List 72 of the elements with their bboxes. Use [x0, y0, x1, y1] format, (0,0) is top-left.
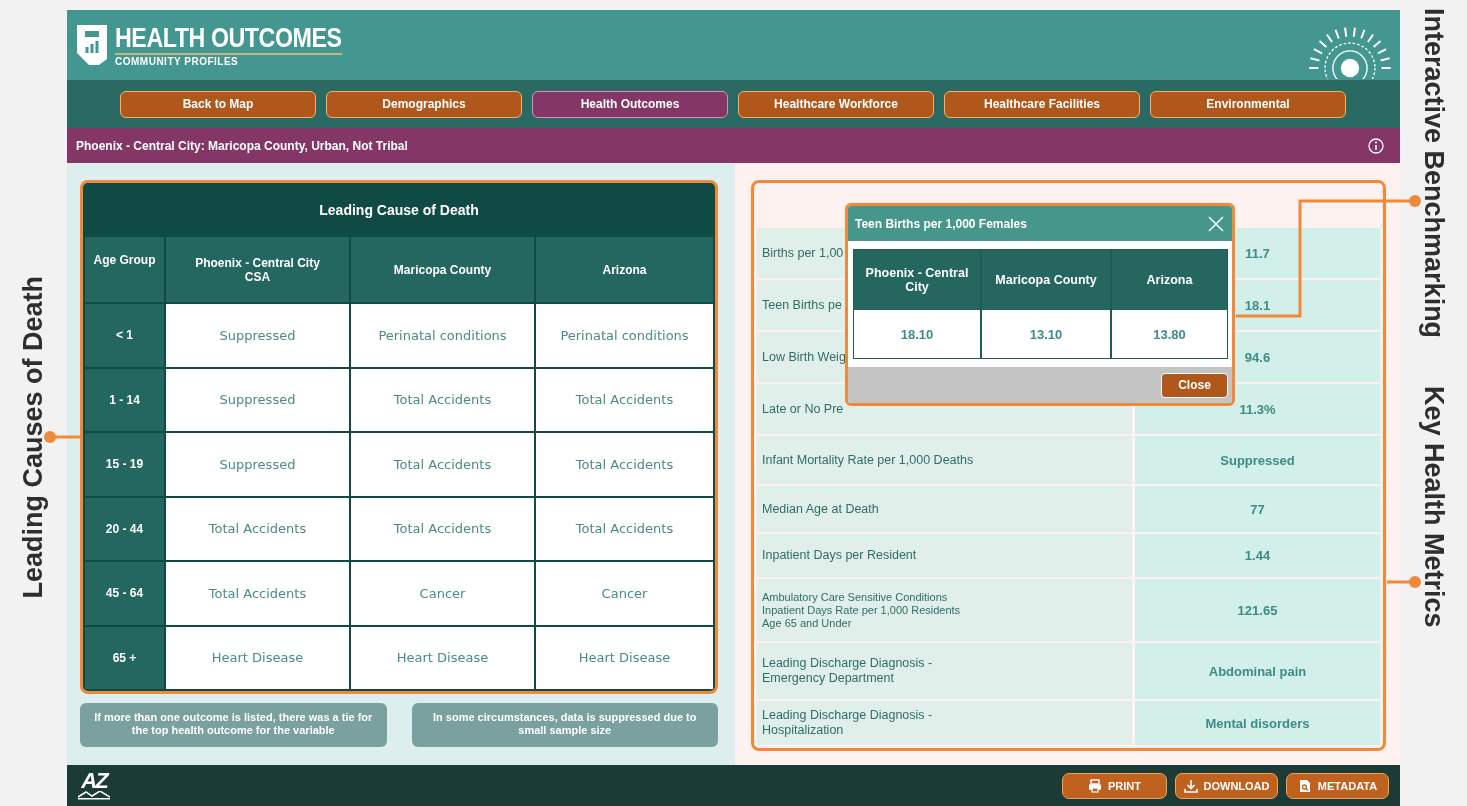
table-cell: Total Accidents	[166, 562, 349, 625]
table-cell: Total Accidents	[351, 433, 534, 496]
table-cell: Total Accidents	[351, 497, 534, 560]
footer-button[interactable]: DOWNLOAD	[1175, 772, 1278, 799]
table-cell: Cancer	[536, 562, 713, 625]
age-group-cell: 65 +	[85, 626, 164, 689]
metric-label[interactable]: Leading Discharge Diagnosis - Emergency Department	[757, 643, 1132, 699]
table-cell: Perinatal conditions	[351, 304, 534, 367]
column-header: Maricopa County	[351, 237, 534, 302]
nav-tab[interactable]: Health Outcomes	[532, 90, 728, 118]
table-cell: Total Accidents	[166, 497, 349, 560]
column-header: Maricopa County	[982, 250, 1110, 310]
age-group-cell: 20 - 44	[85, 497, 164, 560]
metric-value: 77	[1135, 486, 1380, 532]
age-group-cell: 45 - 64	[85, 562, 164, 625]
nav-tab[interactable]: Healthcare Workforce	[738, 90, 934, 118]
table-cell: 18.10	[854, 310, 980, 358]
column-header: Age Group	[85, 237, 164, 302]
table-cell: Total Accidents	[536, 497, 713, 560]
table-cell: Total Accidents	[351, 368, 534, 431]
nav-tab[interactable]: Environmental	[1150, 90, 1346, 118]
callout-label: Key Health Metrics	[1418, 386, 1449, 628]
app-subtitle: COMMUNITY PROFILES	[115, 55, 240, 67]
table-cell: Total Accidents	[536, 433, 713, 496]
age-group-cell: < 1	[85, 304, 164, 367]
metric-label[interactable]: Ambulatory Care Sensitive Conditions Inpatient Days Rate per 1,000 Residents Age 65 and Under	[757, 579, 1132, 641]
info-icon	[1368, 137, 1384, 154]
mountain-icon	[78, 791, 110, 800]
age-group-cell: 1 - 14	[85, 368, 164, 431]
table-cell: Suppressed	[166, 433, 349, 496]
metric-value: 1.44	[1135, 534, 1380, 577]
document-icon	[1297, 778, 1312, 793]
nav-tab[interactable]: Back to Map	[120, 90, 316, 118]
table-cell: Perinatal conditions	[536, 304, 713, 367]
printer-icon	[1088, 778, 1102, 793]
close-icon[interactable]	[1208, 215, 1224, 232]
table-cell: Heart Disease	[536, 626, 713, 689]
table-cell: 13.80	[1112, 310, 1227, 358]
location-label: Phoenix - Central City: Maricopa County, Urban, Not Tribal	[76, 138, 408, 153]
table-cell: Suppressed	[166, 304, 349, 367]
footer-button[interactable]: PRINT	[1062, 772, 1167, 799]
table-cell: Heart Disease	[351, 626, 534, 689]
metric-label[interactable]: Median Age at Death	[757, 486, 1132, 532]
metric-label[interactable]: Leading Discharge Diagnosis - Hospitalization	[757, 701, 1132, 745]
metric-value: 121.65	[1135, 579, 1380, 641]
table-cell: 13.10	[982, 310, 1110, 358]
metric-value: Suppressed	[1135, 436, 1380, 484]
download-icon	[1183, 778, 1198, 793]
state-logo: AZ	[78, 771, 110, 800]
metric-label[interactable]: Inpatient Days per Resident	[757, 534, 1132, 577]
column-header: Arizona	[1112, 250, 1227, 310]
column-header: Phoenix - Central City CSA	[166, 237, 349, 302]
callout-label: Leading Causes of Death	[18, 275, 49, 599]
column-header: Arizona	[536, 237, 713, 302]
table-cell: Suppressed	[166, 368, 349, 431]
metric-value: Mental disorders	[1135, 701, 1380, 745]
popup-title: Teen Births per 1,000 Females	[855, 216, 1027, 231]
table-cell: Heart Disease	[166, 626, 349, 689]
footer-button[interactable]: METADATA	[1286, 772, 1389, 799]
column-header: Phoenix - Central City	[854, 250, 980, 310]
table-cell: Cancer	[351, 562, 534, 625]
age-group-cell: 15 - 19	[85, 433, 164, 496]
close-button[interactable]: Close	[1161, 372, 1228, 398]
metric-label[interactable]: Infant Mortality Rate per 1,000 Deaths	[757, 436, 1132, 484]
nav-tab[interactable]: Demographics	[326, 90, 522, 118]
app-title: HEALTH OUTCOMES	[115, 23, 342, 55]
table-cell: Total Accidents	[536, 368, 713, 431]
note-box: In some circumstances, data is suppressed due to small sample size	[411, 703, 718, 747]
nav-tab[interactable]: Healthcare Facilities	[944, 90, 1140, 118]
metric-value: Abdominal pain	[1135, 643, 1380, 699]
callout-label: Interactive Benchmarking	[1418, 8, 1449, 339]
note-box: If more than one outcome is listed, there was a tie for the top health outcome for the variable	[80, 703, 387, 747]
